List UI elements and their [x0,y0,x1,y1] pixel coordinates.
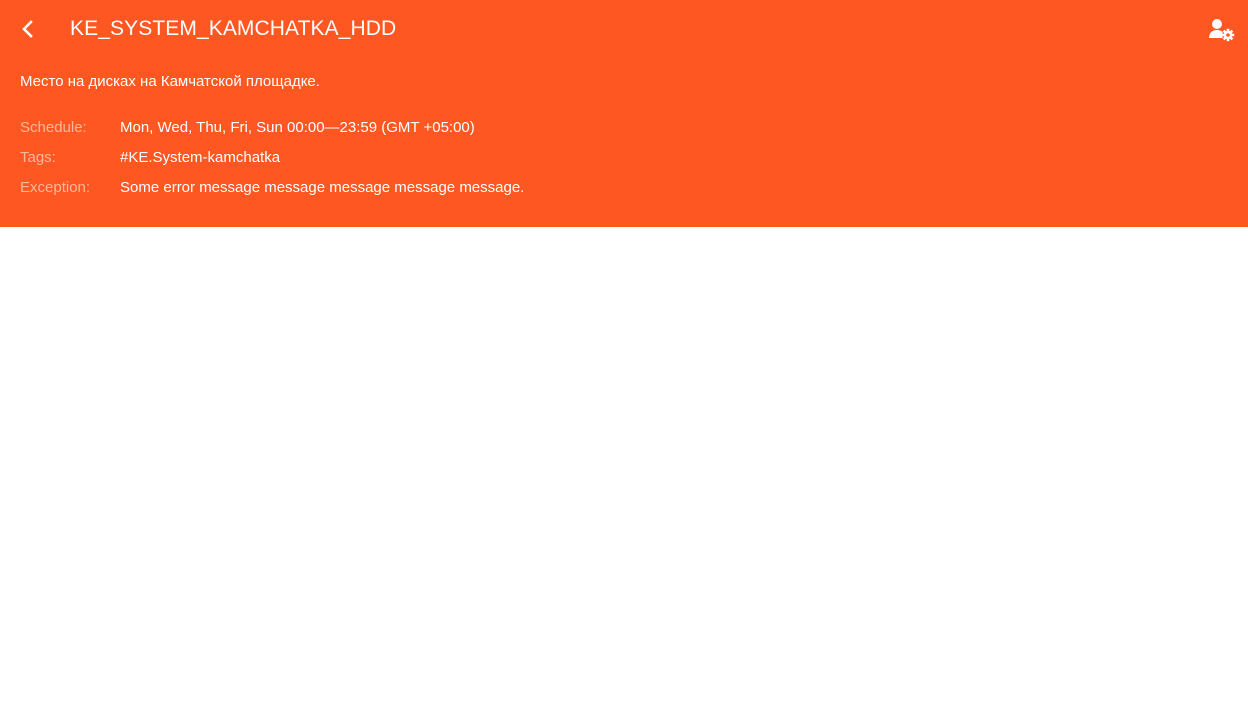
exception-row: Exception: Some error message message me… [20,178,524,198]
schedule-label: Schedule: [20,119,87,136]
trigger-description: Место на дисках на Камчатской площадке. [20,73,320,90]
back-button[interactable] [14,14,42,44]
schedule-value: Mon, Wed, Thu, Fri, Sun 00:00—23:59 (GMT… [120,119,475,136]
tags-label: Tags: [20,149,56,166]
exception-label: Exception: [20,179,91,196]
main-content [0,227,1248,720]
tag-link[interactable]: #KE.System-kamchatka [120,148,280,168]
tags-row: Tags: #KE.System-kamchatka [20,148,280,168]
schedule-row: Schedule: Mon, Wed, Thu, Fri, Sun 00:00—… [20,118,475,138]
user-settings-icon [1209,19,1235,42]
trigger-header: KE_SYSTEM_KAMCHATKA_HDD Место на дисках … [0,0,1248,227]
exception-value: Some error message message message messa… [120,179,525,196]
chevron-left-icon [22,20,33,38]
user-settings-button[interactable] [1206,16,1236,44]
page-title: KE_SYSTEM_KAMCHATKA_HDD [70,17,397,40]
